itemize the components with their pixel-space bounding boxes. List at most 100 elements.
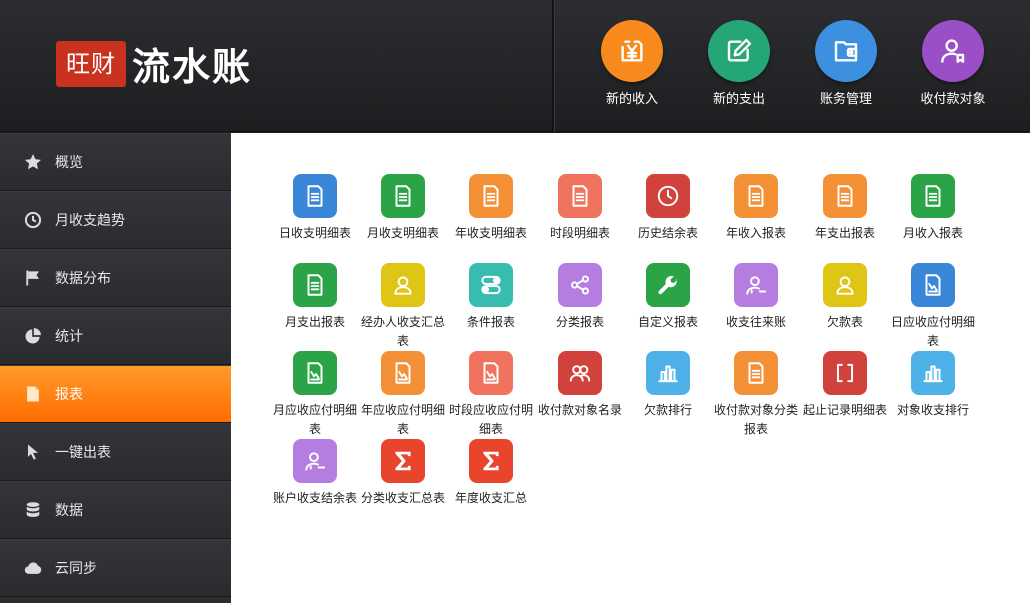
chart-document-icon [911,263,955,307]
report-tile-label: 时段明细表 [549,226,610,240]
report-tile-label: 时段应收应付明细表 [448,403,533,436]
yen-document-icon [601,20,663,82]
report-tile[interactable]: 经办人收支汇总表 [359,263,447,351]
document-icon [823,174,867,218]
chart-document-icon [293,351,337,395]
document-icon [293,263,337,307]
report-tile-label: 年应收应付明细表 [360,403,445,436]
report-tile[interactable]: 时段应收应付明细表 [447,351,535,439]
star-icon [22,151,44,173]
report-tile[interactable]: 收支往来账 [712,263,800,332]
report-tile[interactable]: 年收支明细表 [447,174,535,243]
report-tile[interactable]: 月收支明细表 [359,174,447,243]
document-icon [293,174,337,218]
wrench-icon [646,263,690,307]
report-tile[interactable]: 年支出报表 [801,174,889,243]
report-tile[interactable]: 条件报表 [447,263,535,332]
header-button-label: 账务管理 [819,92,872,107]
report-tile-label: 经办人收支汇总表 [360,315,445,348]
brackets-icon [823,351,867,395]
sidebar-item-3[interactable]: 数据分布 [0,249,231,307]
document-icon [911,174,955,218]
sidebar-item-label: 概览 [55,155,83,171]
report-tile-label: 收付款对象分类报表 [713,403,798,436]
person-icon [823,263,867,307]
report-tile-label: 欠款表 [826,315,863,329]
report-tile[interactable]: 月应收应付明细表 [271,351,359,439]
sigma-icon [469,439,513,483]
report-tile[interactable]: 对象收支排行 [889,351,977,420]
header-button-3[interactable]: 账务管理 [796,20,896,107]
report-tile-label: 分类收支汇总表 [360,491,445,505]
sidebar-item-label: 数据分布 [55,271,111,287]
report-tile-label: 年度收支汇总 [454,491,527,505]
report-tile-label: 分类报表 [555,315,604,329]
person-minus-icon [734,263,778,307]
logo-badge: 旺财 [56,40,126,87]
report-tile[interactable]: 收付款对象分类报表 [712,351,800,439]
report-tile[interactable]: 账户收支结余表 [271,439,359,508]
report-tile[interactable]: 月支出报表 [271,263,359,332]
clock-icon [22,209,44,231]
wallet-icon [815,20,877,82]
report-tile-label: 条件报表 [466,315,515,329]
sidebar-item-label: 云同步 [55,561,97,577]
chart-document-icon [381,351,425,395]
person-minus-icon [293,439,337,483]
sidebar-item-label: 月收支趋势 [55,213,125,229]
report-tile-label: 月收支明细表 [366,226,439,240]
pencil-edit-icon [708,20,770,82]
document-icon [469,174,513,218]
cloud-icon [22,557,44,579]
flag-icon [22,267,44,289]
document-icon [734,174,778,218]
person-icon [381,263,425,307]
sidebar-item-label: 统计 [55,329,83,345]
header-button-2[interactable]: 新的支出 [689,20,789,107]
report-tile[interactable]: 历史结余表 [624,174,712,243]
report-tile[interactable]: 起止记录明细表 [801,351,889,420]
sigma-icon [381,439,425,483]
report-tile[interactable]: 时段明细表 [536,174,624,243]
sidebar-item-6[interactable]: 一键出表 [0,423,231,481]
toggle-icon [469,263,513,307]
report-tile-label: 收付款对象名录 [537,403,622,417]
report-tile[interactable]: 年应收应付明细表 [359,351,447,439]
report-tile[interactable]: 日应收应付明细表 [889,263,977,351]
app-title: 流水账 [132,45,253,89]
report-tile-label: 日应收应付明细表 [890,315,975,348]
sidebar-item-7[interactable]: 数据 [0,481,231,539]
report-tile[interactable]: 欠款排行 [624,351,712,420]
report-tile[interactable]: 自定义报表 [624,263,712,332]
report-tile-label: 欠款排行 [643,403,692,417]
header-button-1[interactable]: 新的收入 [582,20,682,107]
sidebar-item-8[interactable]: 云同步 [0,539,231,597]
report-tile-label: 对象收支排行 [896,403,969,417]
sidebar-item-5[interactable]: 报表 [0,365,231,423]
share-icon [558,263,602,307]
document-icon [381,174,425,218]
report-tile[interactable]: 日收支明细表 [271,174,359,243]
report-tile[interactable]: 欠款表 [801,263,889,332]
header-button-label: 收付款对象 [920,92,986,107]
sidebar-item-2[interactable]: 月收支趋势 [0,191,231,249]
user-tag-icon [922,20,984,82]
sidebar-item-label: 报表 [55,387,83,403]
report-tile-label: 年收支明细表 [454,226,527,240]
header-button-label: 新的收入 [605,92,658,107]
report-tile[interactable]: 分类报表 [536,263,624,332]
report-tile-label: 起止记录明细表 [802,403,887,417]
report-tile[interactable]: 月收入报表 [889,174,977,243]
report-tile[interactable]: 年收入报表 [712,174,800,243]
report-tile[interactable]: 收付款对象名录 [536,351,624,420]
report-tile[interactable]: 分类收支汇总表 [359,439,447,508]
sidebar: 概览月收支趋势数据分布统计报表一键出表 数据云同步 [0,133,231,603]
document-icon [558,174,602,218]
app-logo: 旺财 流水账 [56,36,252,91]
sidebar-item-4[interactable]: 统计 [0,307,231,365]
report-grid: 日收支明细表 月收支明细表 年收支明细表 时段明细表 历史结余表 年收入报表 年支出报表 月收… [231,133,1030,603]
report-tile[interactable]: 年度收支汇总 [447,439,535,508]
sidebar-item-1[interactable]: 概览 [0,133,231,191]
app-header: 旺财 流水账 新的收入 新的支出 账务管理 收付款对象 [0,0,1030,132]
header-button-4[interactable]: 收付款对象 [903,20,1003,107]
